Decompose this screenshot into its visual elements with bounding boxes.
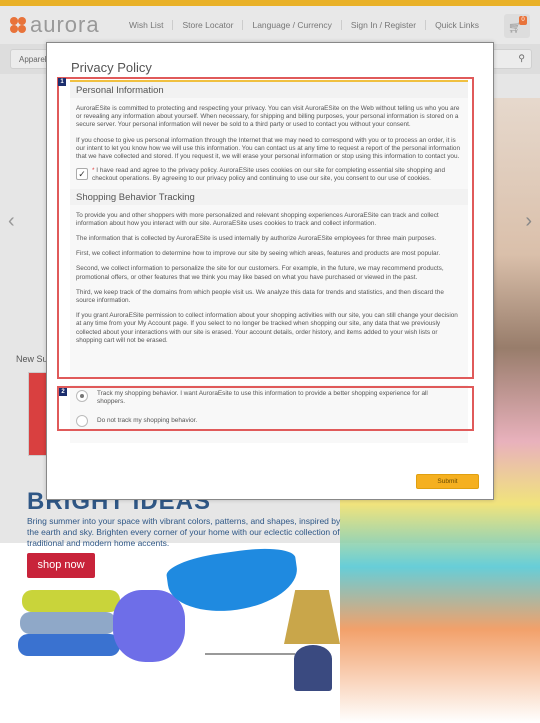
tracking-paragraph-4: Second, we collect information to person… (76, 265, 444, 281)
sign-in-register-link[interactable]: Sign In / Register (340, 20, 425, 30)
submit-button[interactable]: Submit (416, 474, 479, 489)
tracking-paragraph-2: The information that is collected by Aur… (76, 235, 437, 243)
wish-list-link[interactable]: Wish List (120, 20, 172, 30)
privacy-content-panel: Personal Information AuroraESite is comm… (70, 80, 468, 377)
search-icon: ⚲ (518, 53, 525, 63)
consent-row: ✓ * I have read and agree to the privacy… (70, 167, 468, 183)
personal-information-heading: Personal Information (70, 82, 468, 98)
site-header: aurora Wish List Store Locator Language … (0, 6, 540, 44)
shop-now-button[interactable]: shop now (27, 553, 95, 578)
logo-text: aurora (30, 12, 100, 37)
consent-label: * I have read and agree to the privacy p… (92, 167, 462, 183)
consent-checkbox[interactable]: ✓ (76, 168, 88, 181)
cart-count-badge: 0 (519, 16, 527, 25)
pillows-image (18, 590, 124, 656)
chair-legs (205, 610, 295, 655)
carousel-prev-arrow[interactable]: ‹ (8, 210, 15, 233)
tracking-paragraph-3: First, we collect information to determi… (76, 250, 441, 258)
header-links: Wish List Store Locator Language / Curre… (120, 20, 488, 30)
shopping-tracking-heading: Shopping Behavior Tracking (70, 188, 468, 205)
tracking-paragraph-1: To provide you and other shoppers with m… (76, 211, 439, 227)
language-currency-link[interactable]: Language / Currency (242, 20, 340, 30)
marker-1: 1 (58, 78, 66, 86)
new-summer-label: New Su (16, 354, 48, 364)
section-highlight-2 (57, 386, 474, 431)
quick-links-menu[interactable]: Quick Links (425, 20, 488, 30)
logo[interactable]: aurora (10, 12, 100, 37)
logo-flower-icon (10, 17, 26, 33)
lamp-shade-image (284, 590, 340, 644)
dialog-title: Privacy Policy (71, 60, 152, 75)
lamp-base-image (294, 645, 332, 691)
marker-2: 2 (59, 388, 67, 396)
tracking-paragraph-5: Third, we keep track of the domains from… (76, 288, 444, 305)
personal-info-paragraph-2: If you choose to give us personal inform… (76, 136, 461, 161)
hero-body: Bring summer into your space with vibran… (27, 516, 341, 548)
carousel-next-arrow[interactable]: › (525, 210, 532, 233)
personal-info-paragraph-1: AuroraESite is committed to protecting a… (76, 105, 460, 129)
vase-image (113, 590, 185, 662)
cart-button[interactable]: 🛒︎ 0 (504, 14, 530, 38)
consent-text: I have read and agree to the privacy pol… (92, 167, 446, 183)
store-locator-link[interactable]: Store Locator (172, 20, 242, 30)
tracking-paragraph-6: If you grant AuroraESite permission to c… (76, 312, 458, 344)
chair-image (164, 543, 302, 619)
